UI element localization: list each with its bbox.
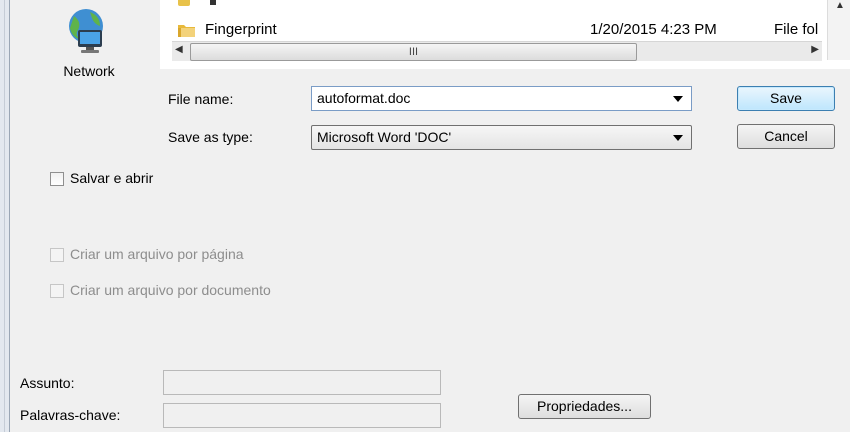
salvar-e-abrir-checkbox[interactable] — [50, 172, 64, 186]
file-row-name[interactable]: Fingerprint — [205, 21, 277, 38]
row-fragment — [210, 0, 216, 5]
arquivo-por-pagina-label[interactable]: Criar um arquivo por página — [70, 246, 244, 262]
palavras-chave-label: Palavras-chave: — [20, 407, 121, 423]
assunto-label: Assunto: — [20, 375, 75, 391]
scroll-left-icon[interactable]: ◀ — [175, 44, 183, 55]
save-as-type-select[interactable]: Microsoft Word 'DOC' — [311, 125, 692, 150]
arquivo-por-pagina-checkbox[interactable] — [50, 248, 64, 262]
chevron-down-icon[interactable] — [673, 135, 683, 141]
propriedades-button[interactable]: Propriedades... — [518, 394, 651, 419]
salvar-e-abrir-label[interactable]: Salvar e abrir — [70, 170, 153, 186]
save-as-type-label: Save as type: — [168, 129, 253, 145]
nav-item-network[interactable]: Network — [44, 63, 134, 79]
scroll-up-icon[interactable]: ▲ — [835, 0, 845, 11]
file-name-label: File name: — [168, 91, 234, 107]
folder-icon-partial — [178, 0, 190, 6]
arquivo-por-documento-checkbox[interactable] — [50, 284, 64, 298]
file-name-combobox[interactable]: autoformat.doc — [311, 86, 692, 111]
palavras-chave-input[interactable] — [163, 403, 441, 428]
horizontal-scroll-thumb[interactable]: III — [190, 43, 637, 61]
network-icon[interactable] — [64, 6, 108, 56]
chevron-down-icon[interactable] — [673, 96, 683, 102]
folder-icon — [178, 25, 195, 37]
file-row-date: 1/20/2015 4:23 PM — [590, 21, 717, 38]
save-button[interactable]: Save — [737, 86, 835, 111]
scroll-right-icon[interactable]: ▶ — [811, 44, 819, 55]
vertical-scrollbar[interactable]: ▲ — [827, 0, 850, 60]
save-as-type-value: Microsoft Word 'DOC' — [317, 129, 452, 145]
arquivo-por-documento-label[interactable]: Criar um arquivo por documento — [70, 282, 271, 298]
assunto-input[interactable] — [163, 370, 441, 395]
file-name-value[interactable]: autoformat.doc — [317, 90, 410, 106]
cancel-button[interactable]: Cancel — [737, 124, 835, 149]
window-left-border — [0, 0, 10, 432]
file-row-type: File fol — [774, 21, 819, 38]
